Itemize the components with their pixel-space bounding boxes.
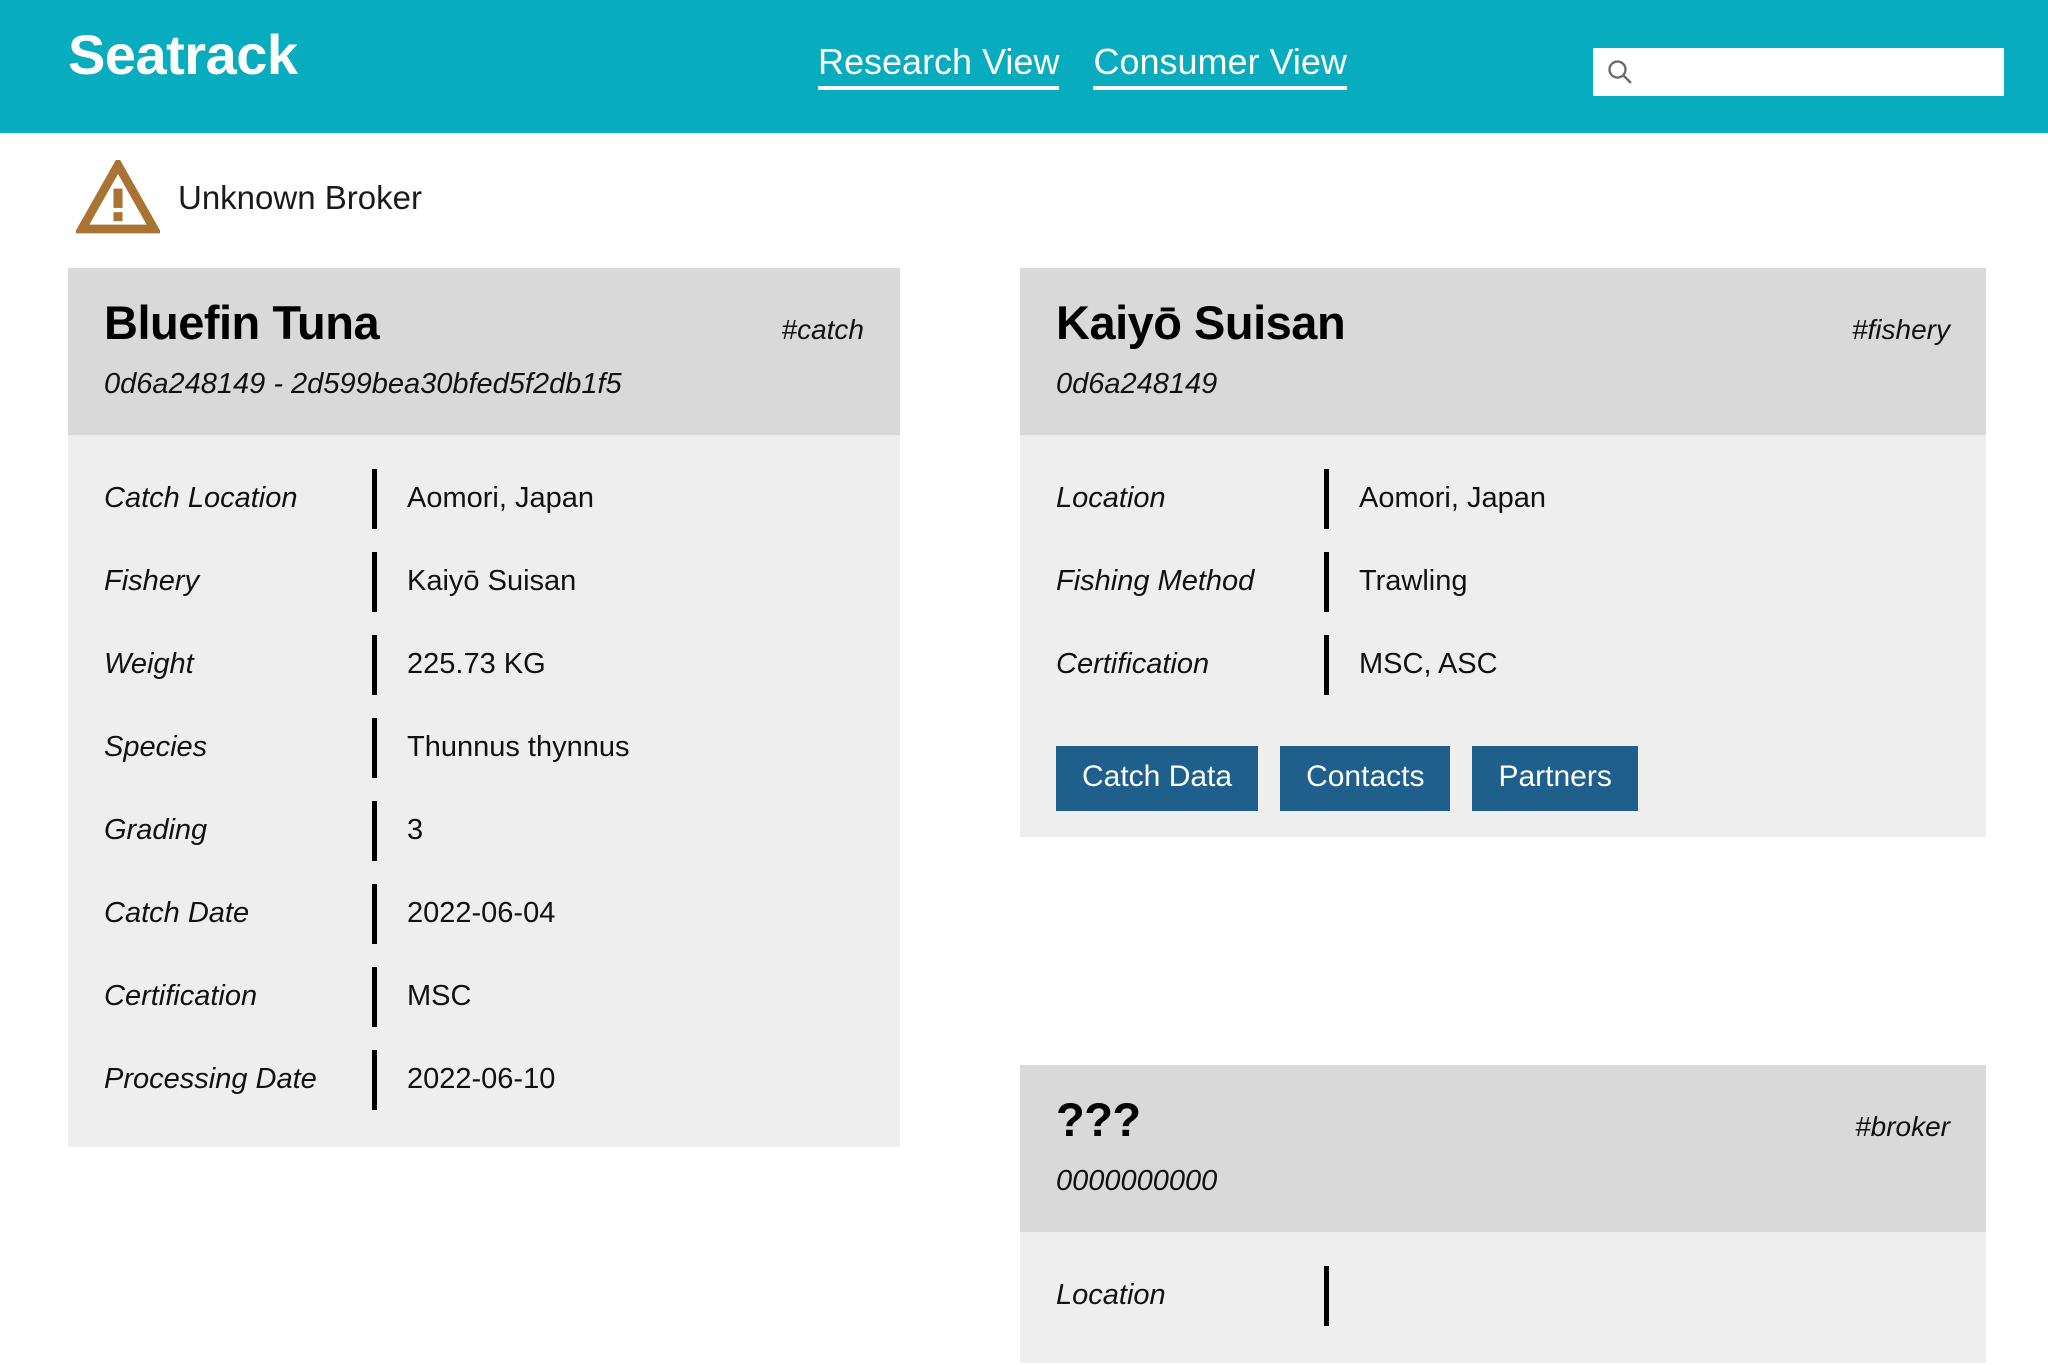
detail-divider bbox=[1324, 634, 1329, 695]
search-icon bbox=[1608, 60, 1632, 84]
detail-row: Location bbox=[1056, 1254, 1950, 1337]
fishery-card-header: Kaiyō Suisan #fishery 0d6a248149 bbox=[1020, 268, 1986, 436]
detail-label: Certification bbox=[1056, 647, 1210, 680]
catch-data-button[interactable]: Catch Data bbox=[1056, 746, 1259, 812]
detail-row: Catch Date 2022-06-04 bbox=[104, 872, 864, 955]
detail-label: Location bbox=[1056, 481, 1166, 514]
detail-label: Certification bbox=[104, 979, 258, 1012]
detail-label: Species bbox=[104, 730, 208, 763]
detail-value: Kaiyō Suisan bbox=[407, 564, 577, 597]
catch-card-id: 0d6a248149 - 2d599bea30bfed5f2db1f5 bbox=[104, 368, 622, 401]
detail-row: Weight 225.73 KG bbox=[104, 623, 864, 706]
nav-link-consumer-view[interactable]: Consumer View bbox=[1093, 41, 1347, 91]
detail-value: MSC bbox=[407, 979, 472, 1012]
fishery-card-body: Location Aomori, Japan Fishing Method Tr… bbox=[1020, 435, 1986, 732]
detail-row: Certification MSC, ASC bbox=[1056, 623, 1950, 706]
fishery-card-id: 0d6a248149 bbox=[1056, 368, 1218, 401]
warning-triangle-icon bbox=[76, 160, 160, 234]
detail-divider bbox=[1324, 468, 1329, 529]
detail-divider bbox=[372, 1049, 377, 1110]
broker-card-id: 0000000000 bbox=[1056, 1165, 1218, 1198]
detail-row: Species Thunnus thynnus bbox=[104, 706, 864, 789]
detail-value: Thunnus thynnus bbox=[407, 730, 630, 763]
detail-divider bbox=[372, 800, 377, 861]
detail-divider bbox=[1324, 1265, 1329, 1326]
catch-card-header: Bluefin Tuna #catch 0d6a248149 - 2d599be… bbox=[68, 268, 900, 436]
main-nav: Research View Consumer View bbox=[818, 41, 1347, 91]
detail-value: MSC, ASC bbox=[1359, 647, 1498, 680]
detail-row: Certification MSC bbox=[104, 955, 864, 1038]
detail-value: 2022-06-10 bbox=[407, 1062, 556, 1095]
detail-row: Grading 3 bbox=[104, 789, 864, 872]
app-brand-logo[interactable]: Seatrack bbox=[68, 27, 298, 83]
search-input[interactable] bbox=[1639, 50, 1997, 94]
fishery-card-title: Kaiyō Suisan bbox=[1056, 296, 1346, 349]
catch-card-body: Catch Location Aomori, Japan Fishery Kai… bbox=[68, 435, 900, 1147]
detail-row: Location Aomori, Japan bbox=[1056, 457, 1950, 540]
detail-divider bbox=[372, 468, 377, 529]
detail-label: Catch Location bbox=[104, 481, 298, 514]
detail-divider bbox=[1324, 551, 1329, 612]
detail-divider bbox=[372, 551, 377, 612]
detail-row: Fishing Method Trawling bbox=[1056, 540, 1950, 623]
detail-label: Fishing Method bbox=[1056, 564, 1255, 597]
detail-label: Weight bbox=[104, 647, 194, 680]
top-navigation-bar: Seatrack Research View Consumer View bbox=[0, 0, 2048, 133]
detail-divider bbox=[372, 883, 377, 944]
catch-card-title: Bluefin Tuna bbox=[104, 296, 380, 349]
broker-card-tag: #broker bbox=[1855, 1111, 1950, 1142]
broker-card-title: ??? bbox=[1056, 1093, 1141, 1146]
broker-card-body: Location bbox=[1020, 1232, 1986, 1363]
detail-divider bbox=[372, 717, 377, 778]
detail-value: 3 bbox=[407, 813, 424, 846]
detail-label: Catch Date bbox=[104, 896, 250, 929]
detail-value: Aomori, Japan bbox=[1359, 481, 1546, 514]
detail-row: Catch Location Aomori, Japan bbox=[104, 457, 864, 540]
detail-value: Aomori, Japan bbox=[407, 481, 594, 514]
detail-label: Grading bbox=[104, 813, 208, 846]
detail-label: Processing Date bbox=[104, 1062, 317, 1095]
warning-label: Unknown Broker bbox=[178, 178, 422, 216]
detail-divider bbox=[372, 966, 377, 1027]
fishery-card: Kaiyō Suisan #fishery 0d6a248149 Locatio… bbox=[1020, 268, 1986, 838]
detail-value: 2022-06-04 bbox=[407, 896, 556, 929]
partners-button[interactable]: Partners bbox=[1472, 746, 1638, 812]
detail-label: Fishery bbox=[104, 564, 200, 597]
detail-row: Fishery Kaiyō Suisan bbox=[104, 540, 864, 623]
search-box[interactable] bbox=[1593, 48, 2004, 96]
fishery-card-actions: Catch Data Contacts Partners bbox=[1020, 732, 1986, 837]
broker-card-header: ??? #broker 0000000000 bbox=[1020, 1065, 1986, 1233]
detail-label: Location bbox=[1056, 1278, 1166, 1311]
detail-value: 225.73 KG bbox=[407, 647, 546, 680]
contacts-button[interactable]: Contacts bbox=[1280, 746, 1451, 812]
detail-value: Trawling bbox=[1359, 564, 1468, 597]
catch-card: Bluefin Tuna #catch 0d6a248149 - 2d599be… bbox=[68, 268, 900, 1148]
fishery-card-tag: #fishery bbox=[1851, 314, 1950, 345]
nav-link-research-view[interactable]: Research View bbox=[818, 41, 1060, 91]
unknown-broker-warning: Unknown Broker bbox=[76, 160, 422, 234]
detail-row: Processing Date 2022-06-10 bbox=[104, 1038, 864, 1121]
catch-card-tag: #catch bbox=[781, 314, 865, 345]
broker-card: ??? #broker 0000000000 Location bbox=[1020, 1065, 1986, 1364]
detail-divider bbox=[372, 634, 377, 695]
